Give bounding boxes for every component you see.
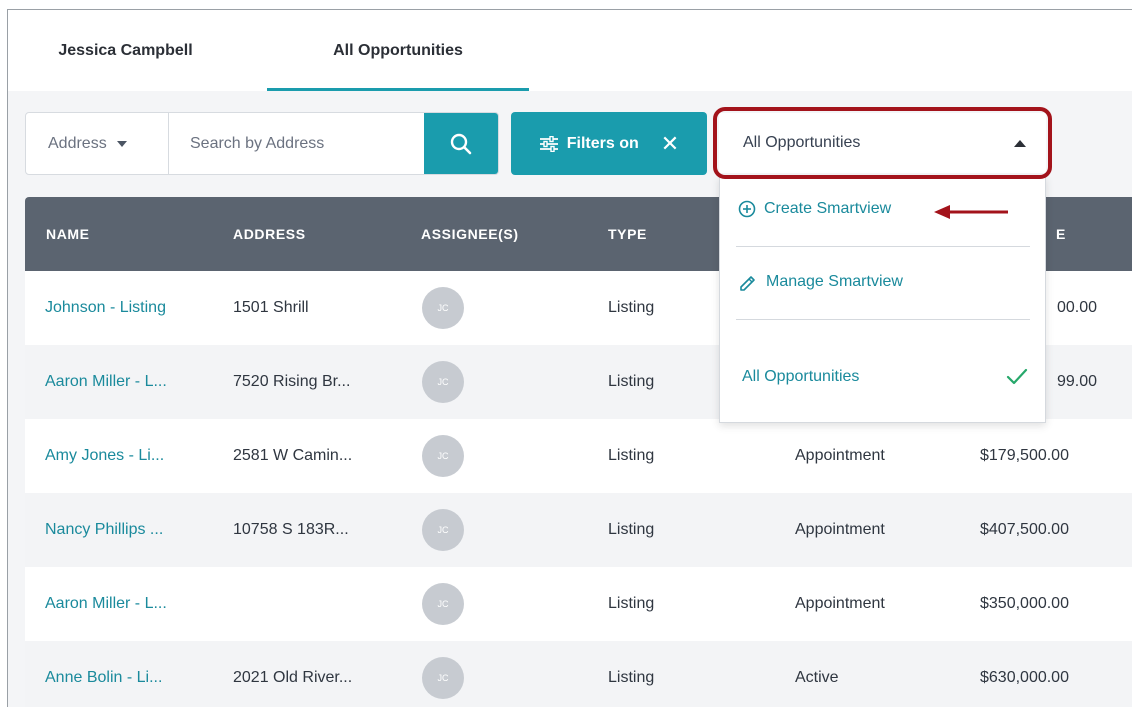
menu-divider — [736, 246, 1030, 247]
manage-smartview-item[interactable]: Manage Smartview — [738, 273, 903, 291]
avatar[interactable]: JC — [422, 509, 464, 551]
cell-stage: Appointment — [795, 521, 885, 538]
column-header-price[interactable]: E — [1056, 197, 1066, 271]
filters-button[interactable]: Filters on ✕ — [511, 112, 707, 175]
cell-address: 1501 Shrill — [233, 299, 309, 316]
cell-price: 99.00 — [1057, 373, 1098, 390]
cell-type: Listing — [608, 299, 655, 316]
cell-price: $630,000.00 — [980, 669, 1069, 686]
cell-address: 2021 Old River... — [233, 669, 353, 686]
table-row[interactable]: Amy Jones - Li... 2581 W Camin... JC Lis… — [25, 419, 1132, 493]
smartview-option-label: All Opportunities — [742, 368, 860, 385]
cell-address: 10758 S 183R... — [233, 521, 349, 538]
search-button[interactable] — [424, 113, 498, 174]
avatar[interactable]: JC — [422, 435, 464, 477]
cell-type: Listing — [608, 669, 655, 686]
tab-jessica-campbell[interactable]: Jessica Campbell — [38, 10, 213, 91]
column-header-type[interactable]: TYPE — [608, 197, 647, 271]
clear-filters-icon[interactable]: ✕ — [661, 132, 679, 155]
table-row[interactable]: Aaron Miller - L... JC Listing Appointme… — [25, 567, 1132, 641]
cell-stage: Appointment — [795, 447, 885, 464]
filters-label: Filters on — [566, 134, 639, 152]
search-input[interactable] — [169, 113, 424, 174]
column-header-name[interactable]: NAME — [46, 197, 90, 271]
search-icon — [450, 133, 472, 154]
create-smartview-item[interactable]: Create Smartview — [738, 200, 891, 218]
chevron-up-icon — [1014, 140, 1026, 147]
cell-type: Listing — [608, 521, 655, 538]
cell-price: 00.00 — [1057, 299, 1098, 316]
sliders-icon — [539, 135, 558, 152]
annotation-arrow-icon — [934, 205, 1008, 219]
cell-name[interactable]: Aaron Miller - L... — [45, 567, 167, 641]
menu-divider — [736, 319, 1030, 320]
table-row[interactable]: Anne Bolin - Li... 2021 Old River... JC … — [25, 641, 1132, 707]
cell-name[interactable]: Nancy Phillips ... — [45, 493, 163, 567]
table-row[interactable]: Nancy Phillips ... 10758 S 183R... JC Li… — [25, 493, 1132, 567]
search-field-label: Address — [48, 134, 107, 152]
smartview-option-all-opportunities[interactable]: All Opportunities — [742, 368, 1028, 386]
cell-stage: Appointment — [795, 595, 885, 612]
checkmark-icon — [1006, 368, 1028, 385]
pencil-icon — [740, 276, 755, 291]
smartview-select[interactable]: All Opportunities — [719, 113, 1046, 173]
cell-name[interactable]: Anne Bolin - Li... — [45, 641, 162, 707]
create-smartview-label: Create Smartview — [764, 200, 892, 217]
cell-stage: Active — [795, 669, 839, 686]
avatar[interactable]: JC — [422, 583, 464, 625]
cell-address: 7520 Rising Br... — [233, 373, 351, 390]
tab-bar: Jessica Campbell All Opportunities — [8, 10, 1132, 91]
chevron-down-icon — [116, 140, 127, 147]
manage-smartview-label: Manage Smartview — [766, 273, 903, 290]
app-window: Jessica Campbell All Opportunities Addre… — [0, 0, 1132, 707]
cell-price: $407,500.00 — [980, 521, 1069, 538]
cell-name[interactable]: Amy Jones - Li... — [45, 419, 164, 493]
cell-type: Listing — [608, 373, 655, 390]
search-group: Address — [25, 112, 499, 175]
avatar[interactable]: JC — [422, 657, 464, 699]
cell-name[interactable]: Johnson - Listing — [45, 271, 166, 345]
plus-circle-icon — [738, 200, 756, 218]
avatar[interactable]: JC — [422, 361, 464, 403]
smartview-selected-label: All Opportunities — [743, 134, 861, 151]
cell-address: 2581 W Camin... — [233, 447, 353, 464]
column-header-address[interactable]: ADDRESS — [233, 197, 306, 271]
search-field-select[interactable]: Address — [26, 113, 169, 174]
column-header-assignees[interactable]: ASSIGNEE(S) — [421, 197, 519, 271]
avatar[interactable]: JC — [422, 287, 464, 329]
tab-all-opportunities[interactable]: All Opportunities — [267, 10, 529, 91]
cell-price: $350,000.00 — [980, 595, 1069, 612]
cell-type: Listing — [608, 447, 655, 464]
cell-type: Listing — [608, 595, 655, 612]
cell-name[interactable]: Aaron Miller - L... — [45, 345, 167, 419]
cell-price: $179,500.00 — [980, 447, 1069, 464]
